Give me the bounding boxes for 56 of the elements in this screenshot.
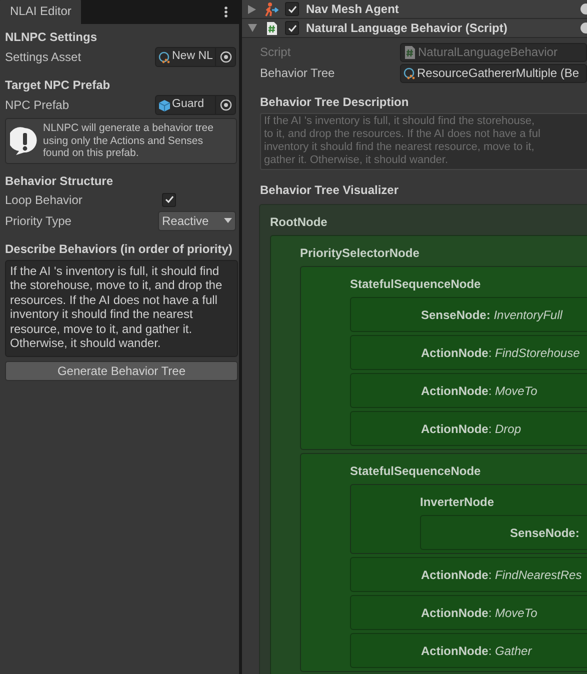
node-label: RootNode — [270, 214, 328, 230]
section-header: Target NPC Prefab — [5, 78, 110, 92]
warning-bubble-icon — [10, 126, 40, 156]
generate-button[interactable]: Generate Behavior Tree — [5, 360, 238, 380]
node-label: PrioritySelectorNode — [300, 245, 420, 261]
node-label: StatefulSequenceNode — [350, 276, 482, 292]
dropdown[interactable]: Reactive — [158, 210, 236, 230]
target-icon — [220, 99, 232, 111]
description-text: If the AI 's inventory is full, it should find the storehouse, to it, and drop the resources. If the AI does not have a ful inventory it should find the nearest resource, move to it, gather it. Otherwise, it should wander. — [264, 115, 542, 167]
kebab-menu-icon[interactable] — [224, 6, 228, 18]
cube-icon — [158, 98, 171, 112]
node-label: ActionNode: Drop — [421, 420, 522, 438]
script-icon — [265, 20, 279, 36]
field-label: Loop Behavior — [5, 192, 84, 208]
target-icon — [220, 51, 232, 63]
field-label: Priority Type — [5, 212, 72, 230]
section-header: NLNPC Settings — [5, 30, 98, 44]
text-area[interactable]: If the AI 's inventory is full, it should find the storehouse, move to it, and drop the resources. If the AI does not have a full inventory it should find the nearest resource, move to it, and gather it. Otherwise, it should wander. — [5, 260, 238, 356]
collapse-arrow-icon[interactable] — [248, 24, 257, 32]
caret-icon — [224, 218, 232, 223]
node-label: StatefulSequenceNode — [350, 463, 482, 479]
expand-arrow-icon[interactable] — [248, 4, 256, 14]
checkmark-icon — [164, 194, 174, 205]
node-label: ActionNode: MoveTo — [421, 604, 538, 622]
section-header: Describe Behaviors (in order of priority) — [5, 242, 232, 256]
panel-tab[interactable]: NLAI Editor — [0, 0, 82, 24]
component-header[interactable]: Nav Mesh Agent — [242, 0, 587, 19]
field-label: NPC Prefab — [5, 97, 70, 114]
checkmark-icon — [286, 22, 298, 34]
checkbox[interactable] — [285, 21, 299, 35]
node-label: InverterNode — [420, 494, 496, 510]
agent-icon — [264, 2, 279, 16]
field-label: Behavior Tree — [260, 65, 336, 82]
node-label: ActionNode: FindNearestRes — [421, 566, 582, 584]
node-label: ActionNode: Gather — [421, 642, 532, 660]
object-field[interactable]: New NL — [155, 47, 236, 67]
section-header: Behavior Tree Description — [260, 94, 409, 111]
object-field[interactable]: ResourceGathererMultiple (Be — [400, 64, 587, 82]
node-label: SenseNode: InventoryFull — [421, 306, 562, 324]
asset-icon — [158, 50, 171, 64]
section-header: Behavior Tree Visualizer — [260, 182, 399, 199]
checkbox[interactable] — [285, 2, 299, 16]
section-header: Behavior Structure — [5, 174, 114, 188]
script-icon — [403, 44, 417, 60]
component-header[interactable]: Natural Language Behavior (Script) — [242, 19, 587, 38]
help-text: NLNPC will generate a behavior tree using only the Actions and Senses found on this prefab. — [43, 122, 214, 160]
node-label: ActionNode: MoveTo — [421, 382, 538, 400]
node-label: ActionNode: FindStorehouse — [421, 344, 580, 362]
field-label: Settings Asset — [5, 49, 82, 66]
object-field: NaturalLanguageBehavior — [400, 42, 587, 62]
asset-icon — [403, 66, 416, 80]
field-label: Script — [260, 44, 292, 61]
checkmark-icon — [286, 4, 298, 14]
object-field[interactable]: Guard — [155, 95, 236, 115]
checkbox[interactable] — [162, 192, 176, 206]
node-label: SenseNode: — [510, 524, 580, 542]
